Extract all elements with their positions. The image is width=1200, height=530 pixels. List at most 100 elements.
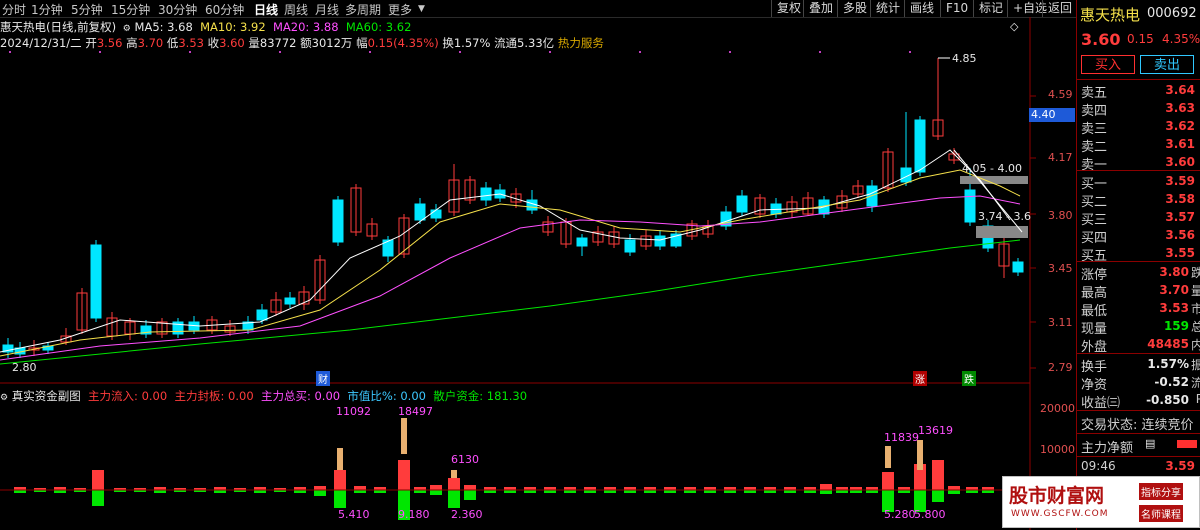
- stat-tail: 市: [1190, 302, 1200, 316]
- fund-bar-up: [820, 484, 832, 490]
- fund-bar-down: [430, 490, 442, 495]
- total-buy-bar: [917, 440, 923, 470]
- fund-bar-down: [948, 490, 960, 494]
- sub-value-label: 5.800: [914, 508, 946, 521]
- candle-body: [1012, 261, 1024, 273]
- ma60-line: [0, 239, 1021, 365]
- fund-bar-down: [334, 490, 346, 508]
- limit-up-tag[interactable]: 涨: [913, 371, 927, 386]
- ask-level-label: 卖三: [1081, 122, 1108, 137]
- divider: [1077, 410, 1200, 411]
- fund-bar-up: [882, 472, 894, 490]
- financial-report-tag[interactable]: 财: [316, 371, 330, 386]
- sub-value-label: 13619: [918, 424, 953, 437]
- stat-tail: 跌: [1190, 266, 1200, 280]
- sub-value-label: 11839: [884, 431, 919, 444]
- total-buy-bar: [451, 470, 457, 478]
- ask-level-price[interactable]: 3.60: [1165, 155, 1195, 169]
- bid-level-price[interactable]: 3.57: [1165, 210, 1195, 224]
- candle-body: [576, 237, 588, 247]
- fund-bar-up: [430, 485, 442, 490]
- ask-level-label: 卖二: [1081, 140, 1108, 155]
- line-segment-box: [976, 226, 1028, 238]
- fund-bar-up: [92, 470, 104, 490]
- line-segment-label: 4.05 - 4.00: [962, 162, 1022, 175]
- fund-bar-down: [314, 490, 326, 496]
- divider: [1077, 261, 1200, 262]
- bid-level-price[interactable]: 3.56: [1165, 228, 1195, 242]
- buy-button[interactable]: 买入: [1081, 55, 1135, 74]
- fund-bar-up: [398, 460, 410, 490]
- sub-value-label: 2.360: [451, 508, 483, 521]
- kline-chart[interactable]: [0, 0, 1076, 530]
- ask-level-price[interactable]: 3.64: [1165, 83, 1195, 97]
- event-dot: [639, 51, 641, 53]
- bid-level-label: 买二: [1081, 195, 1108, 210]
- stat-label: 现量: [1081, 322, 1108, 337]
- list-icon[interactable]: ▤: [1145, 437, 1155, 450]
- total-buy-bar: [401, 418, 407, 454]
- stat-tail: 量: [1190, 284, 1200, 298]
- fund-bar-down: [464, 490, 476, 500]
- stat-label: 涨停: [1081, 268, 1108, 283]
- sub-chart-info-row: ⚙ 真实资金副图 主力流入: 0.00 主力封板: 0.00 主力总买: 0.0…: [0, 388, 527, 404]
- price-axis-label: 4.17: [1048, 151, 1073, 164]
- sub-chart-title: 真实资金副图: [11, 389, 81, 403]
- net-inflow-bar: [1177, 440, 1197, 448]
- bid-level-price[interactable]: 3.55: [1165, 246, 1195, 260]
- stat-value: 3.53: [1159, 301, 1189, 315]
- event-dot: [99, 51, 101, 53]
- stat-tail: 流: [1190, 376, 1200, 390]
- divider: [1077, 170, 1200, 171]
- stat-label: 最低: [1081, 304, 1108, 319]
- fund-bar-down: [448, 490, 460, 508]
- limit-down-tag[interactable]: 跌: [962, 371, 976, 386]
- divider: [1077, 433, 1200, 434]
- sub-value-label: 6130: [451, 453, 479, 466]
- bid-level-price[interactable]: 3.58: [1165, 192, 1195, 206]
- ma10-line: [0, 169, 1021, 357]
- diamond-icon[interactable]: ◇: [1010, 20, 1018, 33]
- divider: [1077, 456, 1200, 457]
- sub-chart-settings-icon[interactable]: ⚙: [0, 393, 8, 403]
- site-watermark: 股市财富网 WWW.GSCFW.COM 指标分享 名师课程: [1002, 476, 1200, 528]
- line-segment-label: 3.74 - 3.6: [978, 210, 1031, 223]
- watermark-title: 股市财富网: [1009, 485, 1105, 507]
- ask-level-price[interactable]: 3.63: [1165, 101, 1195, 115]
- sell-button[interactable]: 卖出: [1140, 55, 1194, 74]
- fund-bar-up: [314, 486, 326, 490]
- period-high-label: 4.85: [952, 52, 977, 65]
- fund-bar-up: [334, 470, 346, 490]
- bid-level-label: 买四: [1081, 231, 1108, 246]
- ask-level-price[interactable]: 3.62: [1165, 119, 1195, 133]
- stat-value: 159: [1163, 319, 1189, 333]
- line-segment-box: [960, 176, 1028, 184]
- watermark-url: WWW.GSCFW.COM: [1011, 509, 1109, 519]
- stock-name: 惠天热电: [1080, 6, 1141, 24]
- fund-bar-down: [820, 490, 832, 494]
- ask-level-label: 卖四: [1081, 104, 1108, 119]
- candle-body: [430, 209, 442, 219]
- main-net-title: 主力净额: [1081, 441, 1134, 456]
- tick-time: 09:46: [1081, 459, 1116, 473]
- tick-price: 3.59: [1165, 459, 1195, 473]
- main-inflow-label: 主力流入: 0.00: [88, 389, 168, 403]
- main-limit-label: 主力封板: 0.00: [174, 389, 254, 403]
- sub-value-label: 5.280: [884, 508, 916, 521]
- candle-body: [624, 239, 636, 253]
- event-dot: [369, 51, 371, 53]
- retail-fund-label: 散户资金: 181.30: [433, 389, 528, 403]
- fund-bar-up: [354, 486, 366, 490]
- stat-tail: P: [1195, 392, 1200, 406]
- event-dot: [189, 51, 191, 53]
- event-dot: [819, 51, 821, 53]
- event-dot: [549, 51, 551, 53]
- total-buy-bar: [885, 446, 891, 468]
- watermark-tag: 指标分享: [1139, 483, 1183, 500]
- fund-bar-down: [932, 490, 944, 502]
- price-axis-label: 4.59: [1048, 88, 1073, 101]
- bid-level-price[interactable]: 3.59: [1165, 174, 1195, 188]
- ask-level-price[interactable]: 3.61: [1165, 137, 1195, 151]
- sub-value-label: 5.410: [338, 508, 370, 521]
- fund-bar-up: [932, 460, 944, 490]
